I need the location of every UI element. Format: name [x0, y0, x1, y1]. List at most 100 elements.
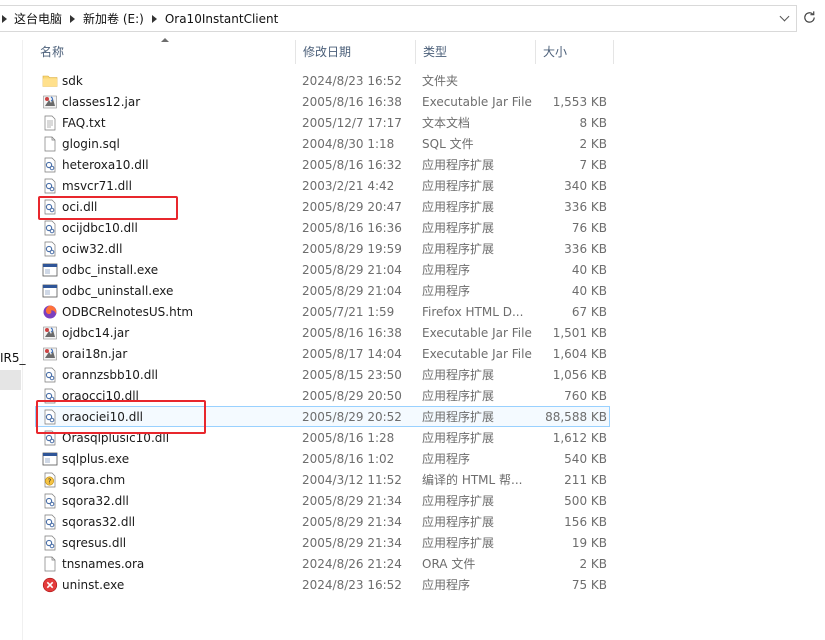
dll-icon [42, 514, 58, 530]
file-row[interactable]: ocijdbc10.dll 2005/8/16 16:36 应用程序扩展 76 KB [33, 218, 611, 239]
file-type: 应用程序扩展 [422, 179, 495, 193]
file-row[interactable]: orannzsbb10.dll 2005/8/15 23:50 应用程序扩展 1,05… [33, 365, 611, 386]
file-type: 文件夹 [422, 74, 459, 88]
file-date-modified: 2005/8/16 1:28 [302, 431, 395, 445]
file-size: 7 KB [579, 158, 607, 172]
file-row[interactable]: tnsnames.ora 2024/8/26 21:24 ORA 文件 2 KB [33, 554, 611, 575]
file-size: 336 KB [564, 242, 607, 256]
jar-icon [42, 346, 58, 362]
file-type: 应用程序扩展 [422, 431, 495, 445]
file-date-modified: 2005/8/16 16:38 [302, 95, 402, 109]
file-row[interactable]: ODBCRelnotesUS.htm 2005/7/21 1:59 Firefox … [33, 302, 611, 323]
file-row[interactable]: heteroxa10.dll 2005/8/16 16:32 应用程序扩展 7 KB [33, 155, 611, 176]
file-type: Firefox HTML D... [422, 305, 524, 319]
file-row[interactable]: odbc_uninstall.exe 2005/8/29 21:04 应用程序 40 … [33, 281, 611, 302]
file-name: ocijdbc10.dll [62, 221, 138, 235]
nav-pane-selected-item[interactable] [0, 370, 21, 390]
file-type: 应用程序扩展 [422, 158, 495, 172]
file-row[interactable]: glogin.sql 2004/8/30 1:18 SQL 文件 2 KB [33, 134, 611, 155]
dll-icon [42, 157, 58, 173]
file-size: 75 KB [571, 578, 607, 592]
file-size: 19 KB [571, 536, 607, 550]
file-row[interactable]: sqora32.dll 2005/8/29 21:34 应用程序扩展 500 KB [33, 491, 611, 512]
file-type: 应用程序扩展 [422, 242, 495, 256]
breadcrumb-drive-e[interactable]: 新加卷 (E:) [83, 10, 144, 27]
file-size: 67 KB [571, 305, 607, 319]
column-header-type[interactable]: 类型 [416, 40, 536, 64]
dll-icon [42, 535, 58, 551]
file-row[interactable]: odbc_install.exe 2005/8/29 21:04 应用程序 40 KB [33, 260, 611, 281]
file-type: ORA 文件 [422, 557, 476, 571]
file-size: 2 KB [579, 137, 607, 151]
file-row[interactable]: ojdbc14.jar 2005/8/16 16:38 Executable Jar… [33, 323, 611, 344]
file-type: 应用程序 [422, 284, 471, 298]
file-type: 应用程序 [422, 578, 471, 592]
file-name: uninst.exe [62, 578, 125, 592]
file-type: 文本文档 [422, 116, 471, 130]
file-size: 540 KB [564, 452, 607, 466]
file-row[interactable]: sdk 2024/8/23 16:52 文件夹 [33, 71, 611, 92]
file-row[interactable]: ociw32.dll 2005/8/29 19:59 应用程序扩展 336 KB [33, 239, 611, 260]
file-type: 应用程序扩展 [422, 368, 495, 382]
file-type: SQL 文件 [422, 137, 474, 151]
file-date-modified: 2024/8/26 21:24 [302, 557, 402, 571]
breadcrumb: 这台电脑 新加卷 (E:) Ora10InstantClient [0, 6, 278, 31]
annotation-box-oci [38, 196, 178, 220]
breadcrumb-this-pc[interactable]: 这台电脑 [14, 10, 62, 27]
address-history-dropdown-icon[interactable] [779, 11, 790, 22]
file-date-modified: 2003/2/21 4:42 [302, 179, 395, 193]
refresh-icon[interactable] [801, 10, 817, 26]
file-row[interactable]: sqresus.dll 2005/8/29 21:34 应用程序扩展 19 KB [33, 533, 611, 554]
file-type: 应用程序 [422, 263, 471, 277]
exe-icon [42, 283, 58, 299]
file-row[interactable]: sqlplus.exe 2005/8/16 1:02 应用程序 540 KB [33, 449, 611, 470]
file-name: sqlplus.exe [62, 452, 130, 466]
file-type: 应用程序扩展 [422, 515, 495, 529]
file-date-modified: 2005/8/29 21:04 [302, 263, 402, 277]
file-size: 1,553 KB [552, 95, 607, 109]
file-name: classes12.jar [62, 95, 141, 109]
file-size: 211 KB [564, 473, 607, 487]
address-bar[interactable]: 这台电脑 新加卷 (E:) Ora10InstantClient [0, 5, 797, 32]
file-row[interactable]: ? sqora.chm 2004/3/12 11:52 编译的 HTML 帮... 21… [33, 470, 611, 491]
column-header-date[interactable]: 修改日期 [296, 40, 416, 64]
breadcrumb-current-folder[interactable]: Ora10InstantClient [165, 12, 279, 26]
file-row[interactable]: msvcr71.dll 2003/2/21 4:42 应用程序扩展 340 KB [33, 176, 611, 197]
file-name: heteroxa10.dll [62, 158, 149, 172]
file-date-modified: 2005/8/16 16:32 [302, 158, 402, 172]
file-date-modified: 2005/8/29 20:50 [302, 389, 402, 403]
file-list: sdk 2024/8/23 16:52 文件夹 classes12.jar 2005/8… [33, 71, 611, 596]
file-name: ojdbc14.jar [62, 326, 130, 340]
folder-icon [42, 73, 58, 89]
file-row[interactable]: uninst.exe 2024/8/23 16:52 应用程序 75 KB [33, 575, 611, 596]
file-type: 应用程序扩展 [422, 494, 495, 508]
exe-icon [42, 451, 58, 467]
file-name: odbc_install.exe [62, 263, 159, 277]
chevron-right-icon[interactable] [2, 14, 7, 23]
file-row[interactable]: classes12.jar 2005/8/16 16:38 Executable J… [33, 92, 611, 113]
file-date-modified: 2005/8/29 21:04 [302, 284, 402, 298]
file-name: tnsnames.ora [62, 557, 145, 571]
dll-icon [42, 493, 58, 509]
file-row[interactable]: sqoras32.dll 2005/8/29 21:34 应用程序扩展 156 KB [33, 512, 611, 533]
nav-pane-item-label[interactable]: IR5_ [0, 351, 26, 365]
file-size: 8 KB [579, 116, 607, 130]
file-date-modified: 2005/8/29 21:34 [302, 515, 402, 529]
file-size: 2 KB [579, 557, 607, 571]
dll-icon [42, 241, 58, 257]
file-size: 156 KB [564, 515, 607, 529]
chevron-right-icon[interactable] [70, 14, 76, 23]
jar-icon [42, 325, 58, 341]
jar-icon [42, 94, 58, 110]
file-date-modified: 2005/7/21 1:59 [302, 305, 395, 319]
chevron-right-icon[interactable] [151, 14, 157, 23]
file-size: 76 KB [571, 221, 607, 235]
file-row[interactable]: FAQ.txt 2005/12/7 17:17 文本文档 8 KB [33, 113, 611, 134]
file-size: 88,588 KB [545, 410, 607, 424]
column-header-size[interactable]: 大小 [536, 40, 614, 64]
file-row[interactable]: orai18n.jar 2005/8/17 14:04 Executable Jar… [33, 344, 611, 365]
file-date-modified: 2005/8/15 23:50 [302, 368, 402, 382]
file-date-modified: 2005/8/29 19:59 [302, 242, 402, 256]
file-type: 应用程序 [422, 452, 471, 466]
column-header-name[interactable]: 名称 [33, 40, 296, 64]
